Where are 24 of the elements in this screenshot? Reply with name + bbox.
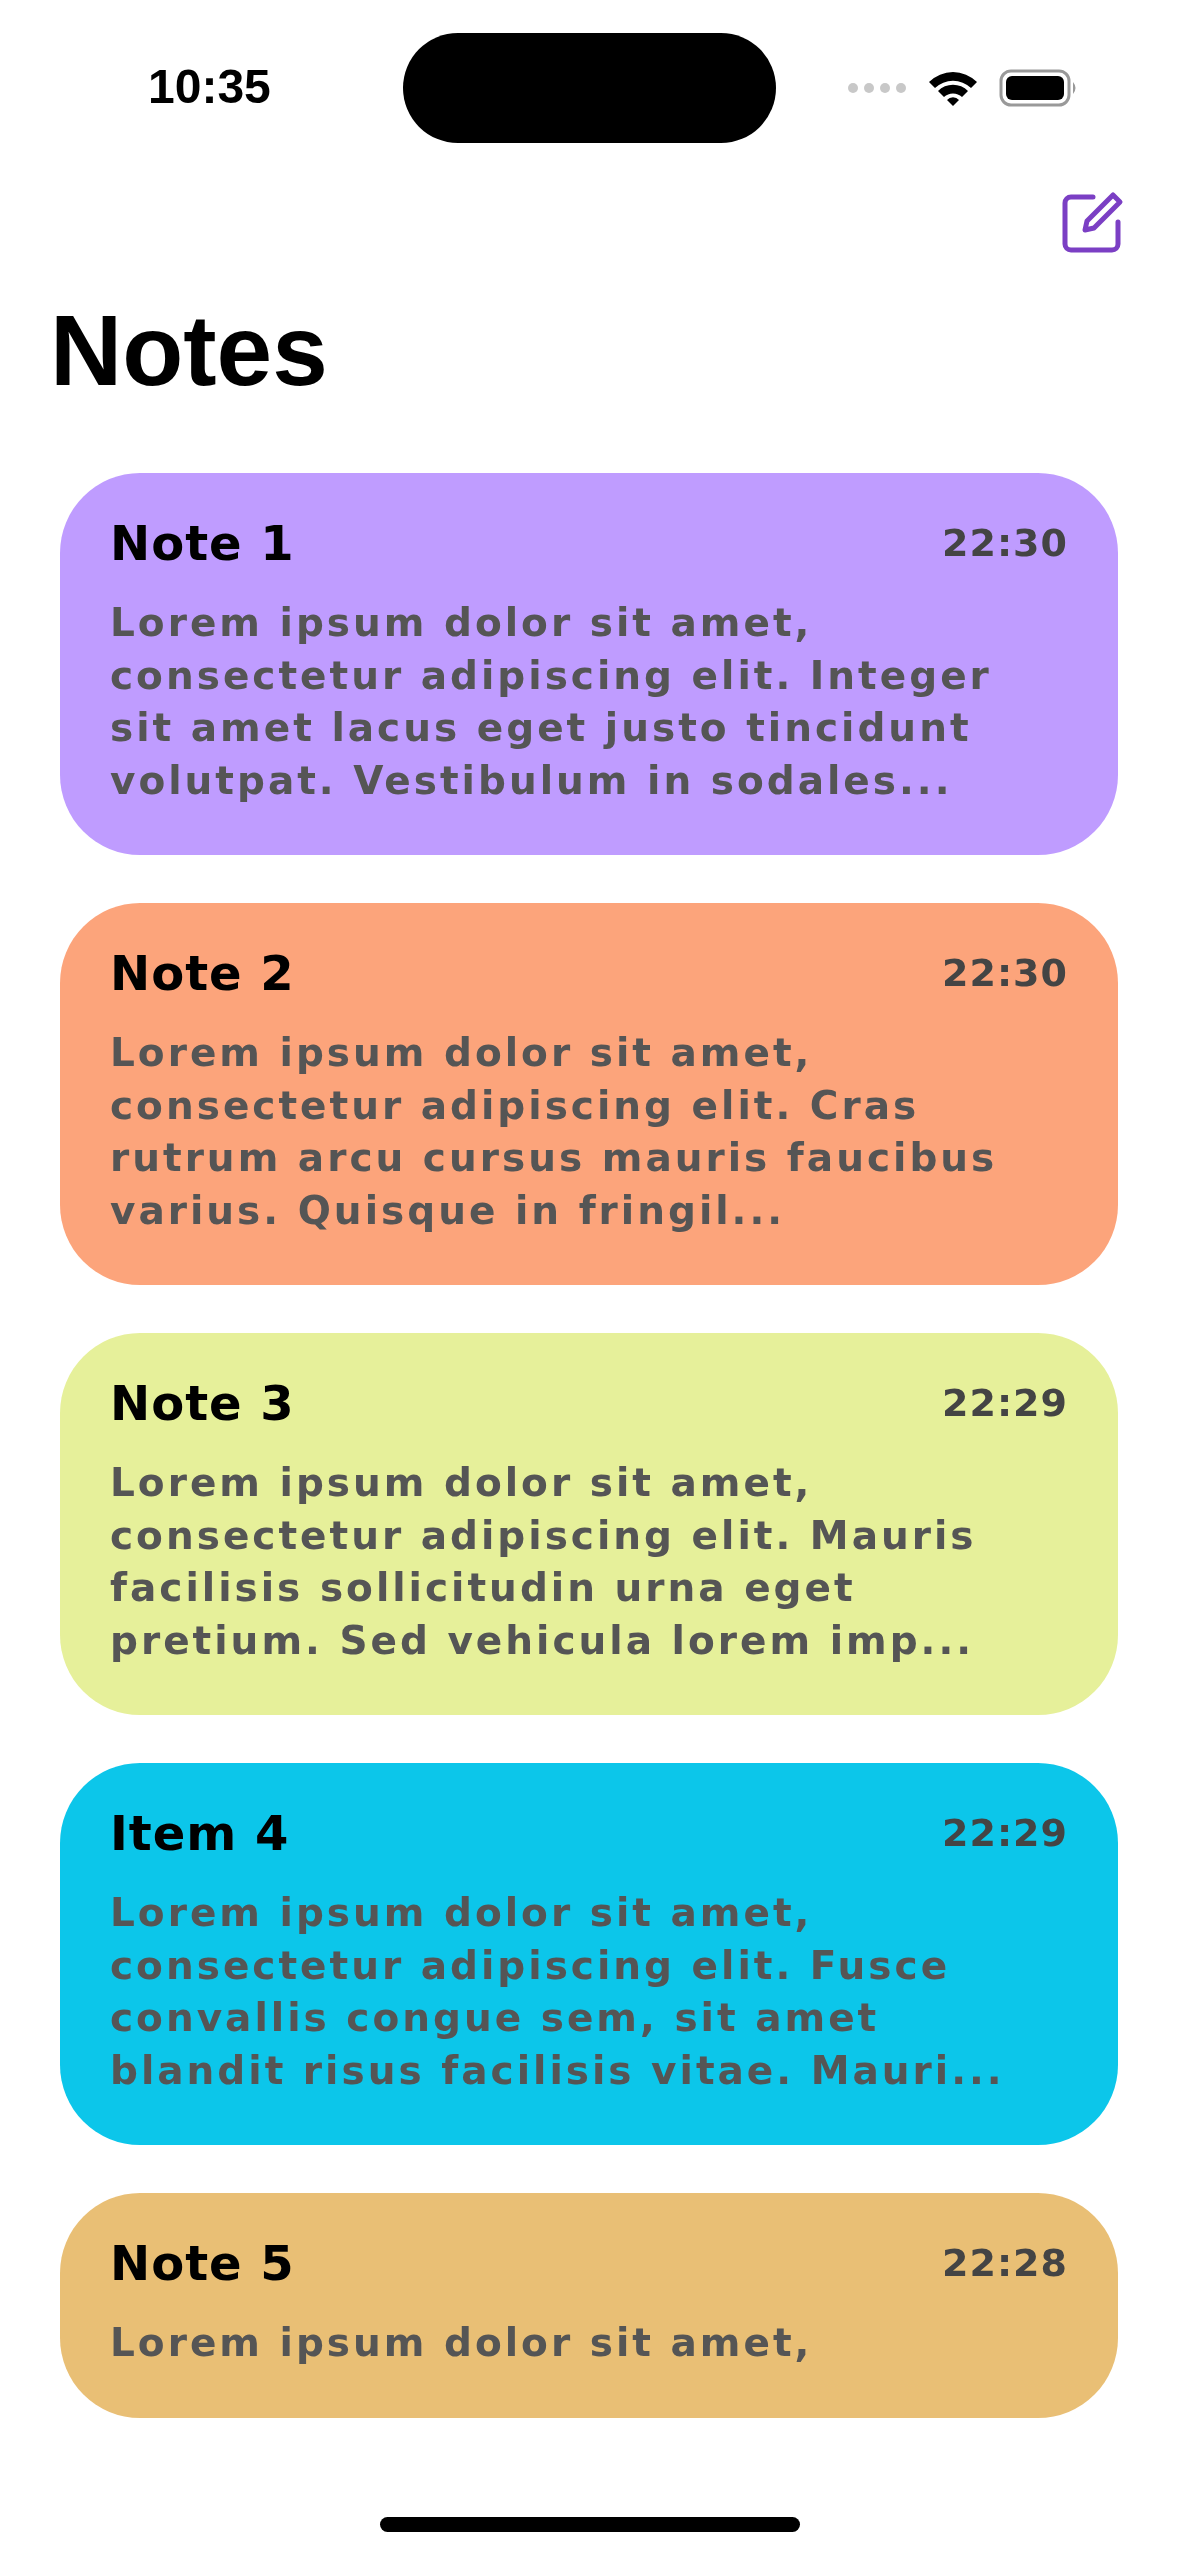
status-time: 10:35 [148,58,271,114]
note-card[interactable]: Note 5 22:28 Lorem ipsum dolor sit amet, [60,2193,1118,2418]
signal-icon [847,82,907,94]
note-time: 22:29 [942,1811,1068,1855]
note-title: Note 3 [110,1375,295,1431]
note-title: Note 2 [110,945,295,1001]
wifi-icon [927,69,979,107]
note-preview: Lorem ipsum dolor sit amet, consectetur adipiscing elit. Mauris facilisis sollicitudin urna eget pretium. Sed vehicula lorem imp... [110,1459,978,1665]
note-preview: Lorem ipsum dolor sit amet, consectetur adipiscing elit. Fusce convallis congue sem, sit amet blandit risus facilisis vitae. Mauri... [110,1889,1006,2095]
note-preview: Lorem ipsum dolor sit amet, [110,2319,814,2367]
note-card[interactable]: Note 2 22:30 Lorem ipsum dolor sit amet, consectetur adipiscing elit. Cras rutrum arcu cursus mauris faucibus varius. Quisque in fringil... [60,903,1118,1285]
note-time: 22:29 [942,1381,1068,1425]
note-card[interactable]: Note 3 22:29 Lorem ipsum dolor sit amet, consectetur adipiscing elit. Mauris facilisis sollicitudin urna eget pretium. Sed vehicula lorem imp... [60,1333,1118,1715]
note-time: 22:30 [942,951,1068,995]
note-title: Note 5 [110,2235,295,2291]
note-preview: Lorem ipsum dolor sit amet, consectetur adipiscing elit. Cras rutrum arcu cursus mauris faucibus varius. Quisque in fringil... [110,1029,999,1235]
note-title: Note 1 [110,515,295,571]
note-preview: Lorem ipsum dolor sit amet, consectetur adipiscing elit. Integer sit amet lacus eget justo tincidunt volutpat. Vestibulum in sodales... [110,599,993,805]
page-title: Notes [49,293,329,408]
note-card[interactable]: Item 4 22:29 Lorem ipsum dolor sit amet, consectetur adipiscing elit. Fusce convallis congue sem, sit amet blandit risus facilisis vitae. Mauri... [60,1763,1118,2145]
note-card[interactable]: Note 1 22:30 Lorem ipsum dolor sit amet, consectetur adipiscing elit. Integer sit amet lacus eget justo tincidunt volutpat. Vestibulum in sodales... [60,473,1118,855]
note-time: 22:28 [942,2241,1068,2285]
note-time: 22:30 [942,521,1068,565]
note-title: Item 4 [110,1805,290,1861]
